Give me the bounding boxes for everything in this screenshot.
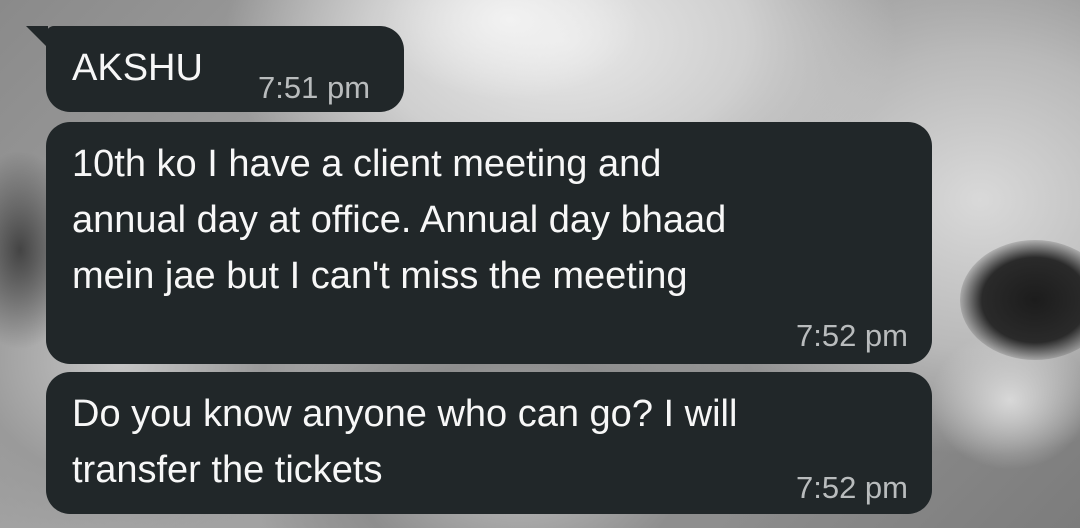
message-text: 10th ko I have a client meeting and annu… [72,143,727,297]
message-timestamp: 7:52 pm [795,318,908,353]
message-text: AKSHU [72,47,203,89]
wallpaper-highlight [380,0,640,100]
message-bubble[interactable]: AKSHU 7:51 pm [26,26,404,112]
message-bubble[interactable]: 10th ko I have a client meeting and annu… [46,122,932,364]
message-timestamp: 7:52 pm [795,470,908,505]
message-text: Do you know anyone who can go? I will tr… [72,393,738,491]
message-timestamp: 7:51 pm [258,70,371,105]
bubble-tail [26,26,48,48]
message-bubble[interactable]: Do you know anyone who can go? I will tr… [46,372,932,514]
